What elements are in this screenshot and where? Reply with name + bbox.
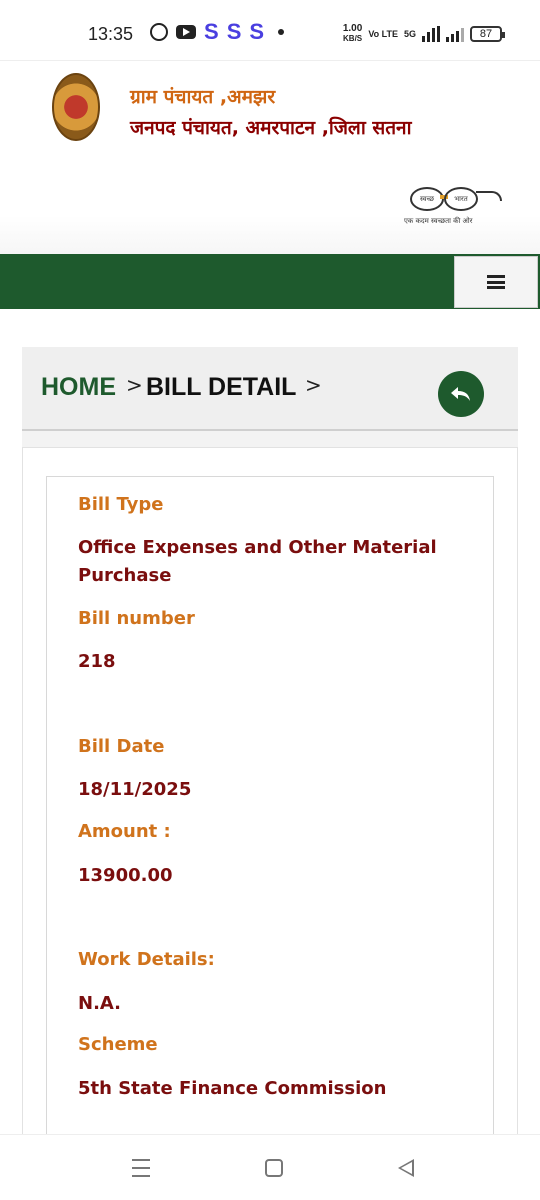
swachh-right-lens: भारत (444, 187, 478, 211)
breadcrumb-current: BILL DETAIL (146, 373, 297, 401)
swachh-bharat-logo: स्वच्छ भारत एक कदम स्वच्छता की ओर (404, 185, 504, 231)
network-type: 5G (403, 28, 416, 39)
s-app-icon: S (249, 19, 265, 44)
divider-strip (22, 431, 518, 447)
bill-type-label: Bill Type (78, 494, 164, 515)
network-speed: 1.00 KB/S (343, 24, 362, 44)
site-header: ग्राम पंचायत ,अमझर जनपद पंचायत, अमरपाटन … (0, 60, 540, 254)
system-indicators: 1.00 KB/S Vo LTE 5G 87 (343, 24, 505, 44)
mp-emblem-logo[interactable] (52, 73, 100, 141)
volte-indicator: Vo LTE (368, 28, 398, 39)
bill-type-value: Office Expenses and Other Material Purch… (78, 537, 437, 586)
youtube-icon (176, 25, 196, 39)
back-triangle-icon[interactable] (398, 1159, 414, 1177)
swachh-left-lens: स्वच्छ (410, 187, 444, 211)
swachh-arm (476, 191, 502, 201)
amount-value: 13900.00 (78, 865, 173, 886)
battery-icon: 87 (470, 26, 505, 42)
back-button[interactable] (438, 371, 484, 417)
s-app-icon: S (226, 19, 242, 44)
breadcrumb: HOME > BILL DETAIL > (22, 347, 518, 431)
recents-icon[interactable] (132, 1159, 150, 1177)
panchayat-name: ग्राम पंचायत ,अमझर (130, 86, 276, 108)
work-details-label: Work Details: (78, 949, 215, 970)
breadcrumb-home-link[interactable]: HOME (41, 373, 116, 402)
speed-unit: KB/S (343, 34, 363, 43)
speed-value: 1.00 (342, 23, 363, 34)
bill-number-label: Bill number (78, 608, 195, 629)
status-time: 13:35 (88, 24, 134, 44)
notification-icons: S S S (150, 19, 285, 44)
work-details-value: N.A. (78, 993, 122, 1014)
system-navigation-bar (0, 1134, 540, 1200)
chevron-right-icon: > (126, 373, 143, 397)
amount-label: Amount : (78, 821, 171, 842)
scheme-value: 5th State Finance Commission (78, 1078, 387, 1099)
s-app-icon: S (204, 19, 219, 44)
bill-number-value: 218 (78, 651, 116, 672)
hamburger-icon (487, 275, 505, 289)
status-bar: 13:35 S S S 1.00 KB/S Vo LTE 5G 87 (0, 0, 540, 60)
chevron-right-icon: > (305, 373, 322, 397)
scheme-label: Scheme (78, 1034, 158, 1055)
janpad-district-name: जनपद पंचायत, अमरपाटन ,जिला सतना (130, 117, 412, 139)
swachh-tagline: एक कदम स्वच्छता की ओर (404, 217, 473, 225)
bill-date-label: Bill Date (78, 736, 165, 757)
bill-date-value: 18/11/2025 (78, 779, 192, 800)
home-icon[interactable] (265, 1159, 283, 1177)
undo-arrow-icon (451, 387, 470, 401)
menu-toggle-button[interactable] (454, 256, 538, 308)
whatsapp-icon (150, 23, 168, 41)
signal-strength-icon (422, 26, 440, 42)
more-notifications-dot-icon (278, 29, 285, 35)
signal-strength-icon-2 (446, 26, 464, 42)
